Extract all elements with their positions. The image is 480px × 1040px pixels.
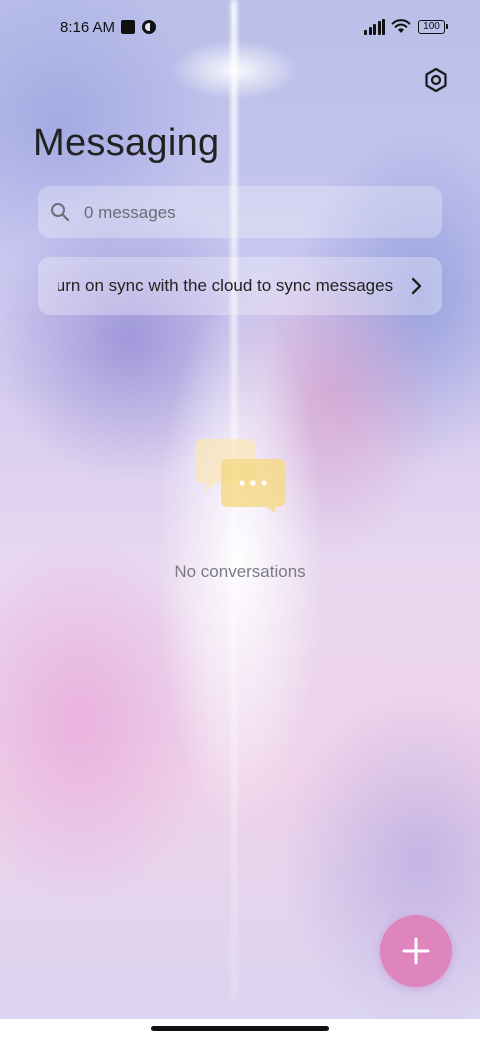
- sync-banner-text: Turn on sync with the cloud to sync mess…: [58, 276, 394, 295]
- status-time: 8:16 AM: [60, 19, 116, 36]
- new-conversation-button[interactable]: [380, 915, 452, 987]
- search-input[interactable]: [82, 199, 426, 227]
- settings-hexagon-icon: [425, 67, 447, 93]
- app-status-icon: [142, 20, 156, 34]
- battery-icon: 100: [418, 20, 448, 34]
- search-bar[interactable]: [38, 186, 442, 238]
- empty-state-text: No conversations: [174, 562, 306, 581]
- stop-icon: [121, 20, 135, 34]
- page-title: Messaging: [33, 122, 220, 164]
- battery-level: 100: [423, 21, 440, 32]
- chevron-right-icon: [411, 277, 422, 295]
- plus-icon: [402, 937, 430, 965]
- status-bar: 8:16 AM 100: [0, 0, 480, 56]
- home-indicator[interactable]: [151, 1026, 329, 1031]
- settings-button[interactable]: [419, 63, 453, 97]
- navigation-bar: [0, 1019, 480, 1040]
- wifi-icon: [391, 19, 411, 33]
- sync-banner[interactable]: Turn on sync with the cloud to sync mess…: [38, 257, 442, 315]
- search-icon: [51, 203, 70, 222]
- chat-bubbles-icon: [195, 439, 285, 513]
- messaging-screen: 8:16 AM 100 Messaging 0 messages Turn on…: [0, 0, 480, 1040]
- signal-icon: [364, 19, 386, 35]
